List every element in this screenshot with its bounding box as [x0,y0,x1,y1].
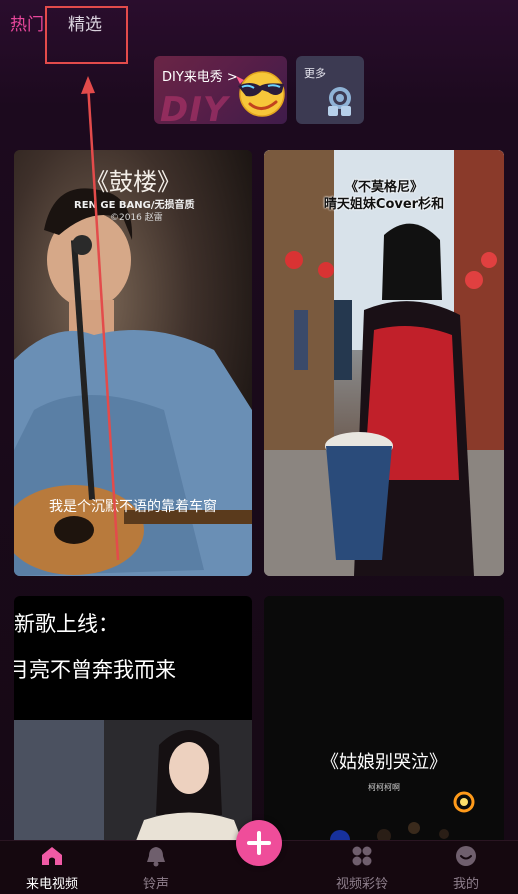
plus-icon [247,831,271,855]
video-caption-line2: 月亮不曾奔我而来 [14,658,176,682]
woman-with-drum-image [264,150,504,576]
nav-label: 铃声 [142,877,169,892]
woman-singing-image [14,720,252,846]
grid-icon [352,846,372,866]
nav-label: 来电视频 [25,877,78,892]
video-card-guniang[interactable]: 《姑娘别哭泣》 柯柯柯啊 [264,596,504,846]
diy-call-show-banner[interactable]: DIY DIY来电秀 > [154,56,287,124]
annotation-highlight-box [45,6,128,64]
nav-item-mine[interactable]: 我的 [426,841,506,894]
more-card[interactable]: 更多 [296,56,364,124]
video-subtitle: 柯柯柯啊 [368,783,400,792]
nav-label: 我的 [452,877,479,892]
tab-hot[interactable]: 热门 [10,14,44,36]
diy-watermark: DIY [160,90,229,124]
night-bokeh-image [264,596,504,846]
video-copyright: ©2016 赵雷 [110,213,163,223]
nav-item-video-ringtone[interactable]: 视频彩铃 [322,841,402,894]
more-label: 更多 [304,67,326,80]
add-button[interactable] [236,820,282,866]
sunglasses-emoji-icon [236,71,285,117]
video-title: 《鼓楼》 [85,168,181,196]
apps-more-icon [328,87,351,116]
video-subtitle: REN GE BANG/无损音质 [74,200,195,211]
nav-label: 视频彩铃 [335,877,388,892]
bell-icon [147,847,165,867]
smile-icon [456,846,476,866]
video-subtitle: 晴天姐妹Cover杉和 [323,197,445,212]
nav-item-call-video[interactable]: 来电视频 [12,841,92,894]
app-screen: 热门 精选 DIY DIY来电秀 > 更多 《鼓楼》 REN GE BANG/无… [0,0,518,894]
video-card-bumogeni[interactable]: 《不莫格尼》 晴天姐妹Cover杉和 [264,150,504,576]
video-card-gulou[interactable]: 《鼓楼》 REN GE BANG/无损音质 ©2016 赵雷 我是个沉默不语的靠… [14,150,252,576]
video-title: 《姑娘别哭泣》 [321,752,447,773]
video-card-new-song[interactable]: 新歌上线： 月亮不曾奔我而来 [14,596,252,846]
nav-item-ringtone[interactable]: 铃声 [116,841,196,894]
video-lyric: 我是个沉默不语的靠着车窗 [49,499,217,515]
diy-banner-label: DIY来电秀 > [162,70,238,85]
home-icon [42,847,62,865]
video-caption-line1: 新歌上线： [14,612,119,636]
